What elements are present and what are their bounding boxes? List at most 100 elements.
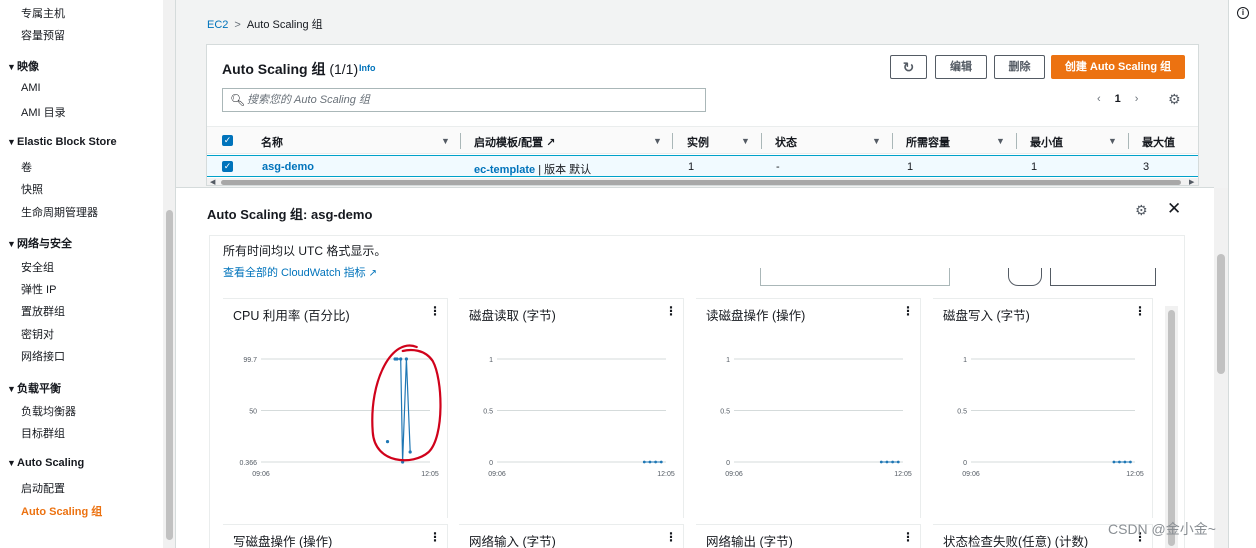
sidebar-item-placement-groups[interactable]: 置放群组 xyxy=(21,303,65,319)
template-link[interactable]: ec-template xyxy=(474,164,535,176)
select-all-checkbox[interactable]: ✓ xyxy=(222,135,233,146)
sidebar-item-security-groups[interactable]: 安全组 xyxy=(21,259,54,275)
x-tick-label: 12:05 xyxy=(1126,471,1144,478)
sidebar-item-key-pairs[interactable]: 密钥对 xyxy=(21,326,54,342)
delete-button[interactable]: 删除 xyxy=(994,55,1045,79)
sidebar-item-ami[interactable]: AMI xyxy=(21,82,41,94)
metrics-scrollbar[interactable] xyxy=(1165,306,1178,548)
watermark: CSDN @金小金~ xyxy=(1108,521,1216,537)
breadcrumb-separator: > xyxy=(234,19,241,31)
info-link[interactable]: Info xyxy=(359,63,376,73)
sidebar-item-elastic-ip[interactable]: 弹性 IP xyxy=(21,281,56,297)
scroll-left-icon[interactable]: ◀ xyxy=(210,178,215,185)
sidebar-item-capacity-reservations[interactable]: 容量预留 xyxy=(21,27,65,43)
scrollbar-thumb[interactable] xyxy=(1168,310,1175,546)
scrollbar-thumb[interactable] xyxy=(166,210,173,540)
metric-card-network-out: 网络输出 (字节) ⋮ xyxy=(696,524,921,548)
column-header-desired[interactable]: 所需容量 xyxy=(906,134,950,150)
caret-down-icon: ▼ xyxy=(7,62,16,72)
search-input[interactable]: 🔍︎ 搜索您的 Auto Scaling 组 xyxy=(222,88,706,112)
prev-page-button[interactable]: ‹ xyxy=(1097,93,1101,105)
metric-title: 网络输出 (字节) xyxy=(706,535,793,548)
scroll-right-icon[interactable]: ▶ xyxy=(1189,178,1194,185)
sidebar-section-auto-scaling[interactable]: ▼Auto Scaling xyxy=(7,457,84,469)
sidebar-item-target-groups[interactable]: 目标群组 xyxy=(21,425,65,441)
breadcrumb: EC2 > Auto Scaling 组 xyxy=(207,16,323,32)
column-divider[interactable] xyxy=(1128,133,1129,149)
metric-card-disk-read-ops: 读磁盘操作 (操作) ⋮ 1 0.5 0 09:06 12:05 xyxy=(696,298,921,518)
sidebar-item-volumes[interactable]: 卷 xyxy=(21,159,32,175)
breadcrumb-ec2-link[interactable]: EC2 xyxy=(207,19,228,31)
refresh-button[interactable] xyxy=(1008,268,1042,286)
info-icon[interactable]: i xyxy=(1237,7,1249,19)
y-tick-label: 50 xyxy=(249,409,257,416)
metric-title: 磁盘写入 (字节) xyxy=(943,309,1030,323)
more-options-icon[interactable]: ⋮ xyxy=(902,304,914,318)
time-range-selector[interactable] xyxy=(760,268,950,286)
column-divider[interactable] xyxy=(892,133,893,149)
template-version: | 版本 默认 xyxy=(535,164,592,176)
edit-button[interactable]: 编辑 xyxy=(935,55,987,79)
sort-icon[interactable]: ▼ xyxy=(653,136,662,146)
asg-name-link[interactable]: asg-demo xyxy=(262,161,314,173)
column-header-min[interactable]: 最小值 xyxy=(1030,134,1063,150)
more-options-icon[interactable]: ⋮ xyxy=(429,530,441,544)
search-placeholder: 搜索您的 Auto Scaling 组 xyxy=(247,94,370,106)
create-asg-button[interactable]: 创建 Auto Scaling 组 xyxy=(1051,55,1185,79)
sort-icon[interactable]: ▼ xyxy=(872,136,881,146)
cloudwatch-link[interactable]: 查看全部的 CloudWatch 指标 ↗ xyxy=(223,264,377,280)
metric-title: 读磁盘操作 (操作) xyxy=(706,309,806,323)
column-header-max[interactable]: 最大值 xyxy=(1142,134,1175,150)
more-options-icon[interactable]: ⋮ xyxy=(1134,304,1146,318)
sidebar-item-network-interfaces[interactable]: 网络接口 xyxy=(21,348,65,364)
column-header-instances[interactable]: 实例 xyxy=(687,134,709,150)
page-number[interactable]: 1 xyxy=(1115,93,1121,105)
page-title: Auto Scaling 组 (1/1) xyxy=(222,59,358,79)
sidebar-item-launch-configurations[interactable]: 启动配置 xyxy=(21,480,65,496)
more-options-icon[interactable]: ⋮ xyxy=(902,530,914,544)
more-options-icon[interactable]: ⋮ xyxy=(665,304,677,318)
gear-icon[interactable]: ⚙ xyxy=(1135,202,1148,219)
sidebar-item-load-balancers[interactable]: 负载均衡器 xyxy=(21,403,76,419)
y-tick-label: 0 xyxy=(726,460,730,467)
close-icon[interactable]: ✕ xyxy=(1167,199,1181,219)
column-divider[interactable] xyxy=(460,133,461,149)
sort-icon[interactable]: ▼ xyxy=(1108,136,1117,146)
sidebar-item-snapshots[interactable]: 快照 xyxy=(21,181,43,197)
sort-icon[interactable]: ▼ xyxy=(441,136,450,146)
more-options-icon[interactable]: ⋮ xyxy=(665,530,677,544)
gear-icon[interactable]: ⚙ xyxy=(1168,91,1181,108)
metric-title: 磁盘读取 (字节) xyxy=(469,309,556,323)
max-cell: 3 xyxy=(1143,161,1150,173)
more-options-icon[interactable]: ⋮ xyxy=(429,304,441,318)
page-scrollbar[interactable] xyxy=(1214,188,1228,548)
column-header-template[interactable]: 启动模板/配置 ↗ xyxy=(474,134,555,150)
refresh-button[interactable]: ↻ xyxy=(890,55,927,79)
column-header-name[interactable]: 名称 xyxy=(261,134,283,150)
table-row[interactable]: ✓ asg-demo ec-template | 版本 默认 1 - 1 1 3 xyxy=(207,155,1198,177)
next-page-button[interactable]: › xyxy=(1135,93,1139,105)
column-divider[interactable] xyxy=(672,133,673,149)
sort-icon[interactable]: ▼ xyxy=(996,136,1005,146)
sidebar-item-dedicated-hosts[interactable]: 专属主机 xyxy=(21,5,65,21)
row-checkbox[interactable]: ✓ xyxy=(222,161,233,172)
add-to-dashboard-button[interactable] xyxy=(1050,268,1156,286)
sidebar-section-images[interactable]: ▼映像 xyxy=(7,58,39,74)
column-header-status[interactable]: 状态 xyxy=(775,134,797,150)
scrollbar-thumb[interactable] xyxy=(1217,254,1225,374)
cpu-chart: 99.7 50 0.366 09:06 12:05 xyxy=(239,344,442,478)
monitoring-section: 所有时间均以 UTC 格式显示。 查看全部的 CloudWatch 指标 ↗ CP… xyxy=(209,235,1185,548)
metric-title: CPU 利用率 (百分比) xyxy=(233,309,350,323)
sidebar-section-network-security[interactable]: ▼网络与安全 xyxy=(7,235,72,251)
sidebar-item-lifecycle-manager[interactable]: 生命周期管理器 xyxy=(21,204,98,220)
column-divider[interactable] xyxy=(761,133,762,149)
sidebar-section-label: 网络与安全 xyxy=(17,238,72,250)
sidebar-scrollbar[interactable] xyxy=(163,0,175,548)
sidebar-item-ami-catalog[interactable]: AMI 目录 xyxy=(21,104,66,120)
sidebar-item-auto-scaling-groups[interactable]: Auto Scaling 组 xyxy=(21,503,102,519)
sidebar-section-load-balancing[interactable]: ▼负载平衡 xyxy=(7,380,61,396)
cloudwatch-link-label: 查看全部的 CloudWatch 指标 xyxy=(223,267,366,279)
sort-icon[interactable]: ▼ xyxy=(741,136,750,146)
sidebar-section-ebs[interactable]: ▼Elastic Block Store xyxy=(7,136,117,148)
column-divider[interactable] xyxy=(1016,133,1017,149)
